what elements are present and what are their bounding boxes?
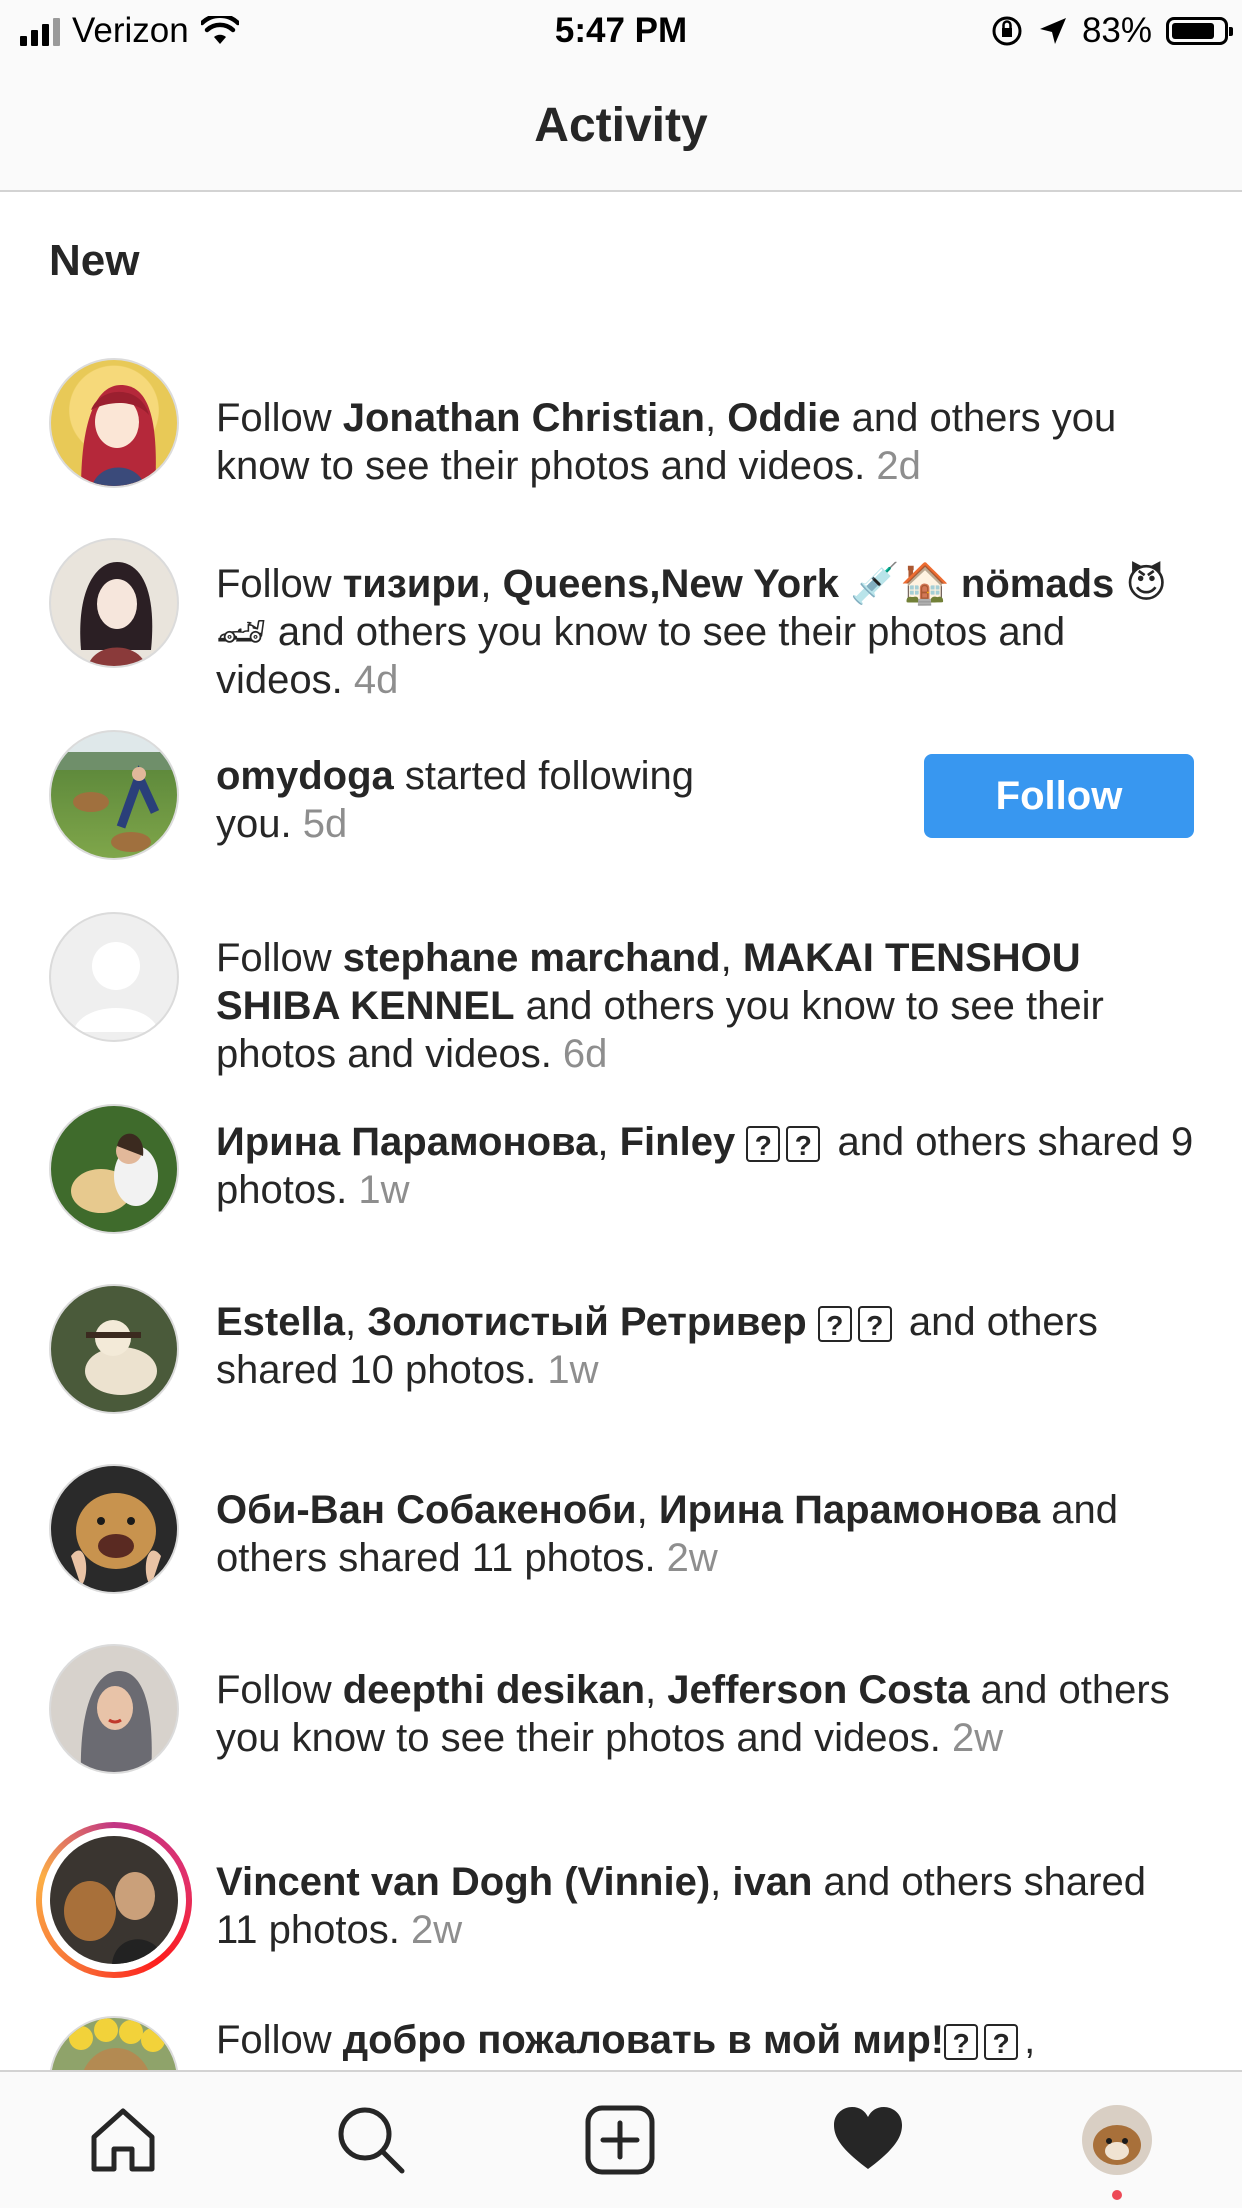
activity-tab[interactable] (828, 2100, 908, 2180)
new-post-tab[interactable] (580, 2100, 660, 2180)
avatar-placeholder[interactable] (49, 912, 179, 1042)
follow-button[interactable]: Follow (924, 754, 1194, 838)
timestamp: 2d (876, 444, 921, 488)
username[interactable]: stephane marchand (343, 936, 721, 980)
unsupported-glyph-icon: ? (817, 1306, 852, 1343)
username[interactable]: Queens,New York (503, 562, 839, 606)
username[interactable]: Oddie (727, 396, 840, 440)
battery-icon (1166, 17, 1233, 45)
notification-dot (1112, 2190, 1122, 2200)
timestamp: 1w (547, 1348, 599, 1392)
avatar[interactable] (49, 1464, 179, 1594)
username[interactable]: Золотистый Ретривер (367, 1300, 806, 1344)
emoji: 💉🏠 (850, 562, 950, 606)
avatar[interactable] (49, 2016, 179, 2070)
search-icon (338, 2107, 405, 2174)
username[interactable]: nömads (961, 562, 1114, 606)
timestamp: 2w (410, 1908, 463, 1952)
heart-icon (834, 2107, 902, 2169)
activity-text: Follow добро пожаловать в мой мир!??, (216, 2018, 1036, 2062)
tab-bar (0, 2070, 1242, 2208)
avatar[interactable] (50, 1836, 178, 1964)
unsupported-glyph-icon: ? (944, 2024, 979, 2061)
profile-tab[interactable] (1077, 2100, 1157, 2180)
username[interactable]: Jefferson Costa (667, 1668, 969, 1712)
username[interactable]: Jonathan Christian (343, 396, 705, 440)
avatar[interactable] (49, 1284, 179, 1414)
timestamp: 2w (666, 1536, 718, 1580)
page-title: Activity (534, 99, 708, 152)
story-ring[interactable] (36, 1822, 192, 1978)
profile-avatar (1082, 2105, 1152, 2175)
default-user-icon (73, 942, 159, 1032)
activity-text: Vincent van Dogh (Vinnie), ivan and othe… (216, 1860, 1146, 1952)
username[interactable]: omydoga (216, 754, 394, 798)
add-post-icon (585, 2105, 655, 2175)
username[interactable]: Ирина Парамонова (216, 1120, 597, 1164)
activity-text: Ирина Парамонова, Finley ?? and others s… (216, 1120, 1194, 1212)
username[interactable]: добро пожаловать в мой мир! (343, 2018, 944, 2062)
username[interactable]: Finley (620, 1120, 736, 1164)
username[interactable]: Vincent van Dogh (Vinnie) (216, 1860, 710, 1904)
avatar[interactable] (49, 1104, 179, 1234)
username[interactable]: ivan (732, 1860, 812, 1904)
username[interactable]: Оби-Ван Собакеноби (216, 1488, 637, 1532)
status-bar: Verizon 5:47 PM 83% (0, 0, 1242, 62)
activity-text: Estella, Золотистый Ретривер ?? and othe… (216, 1300, 1098, 1392)
timestamp: 2w (952, 1716, 1004, 1760)
timestamp: 1w (358, 1168, 410, 1212)
unsupported-glyph-icon: ? (746, 1126, 781, 1163)
home-icon (91, 2108, 155, 2172)
search-tab[interactable] (331, 2100, 411, 2180)
timestamp: 6d (562, 1032, 608, 1076)
home-tab[interactable] (83, 2100, 163, 2180)
status-right: 83% (990, 8, 1233, 54)
unsupported-glyph-icon: ? (857, 1306, 892, 1343)
timestamp: 5d (302, 802, 348, 846)
unsupported-glyph-icon: ? (786, 1126, 821, 1163)
activity-text: Follow stephane marchand, MAKAI TENSHOU … (216, 936, 1104, 1076)
username[interactable]: Ирина Парамонова (659, 1488, 1040, 1532)
activity-text: Оби-Ван Собакеноби, Ирина Парамонова and… (216, 1488, 1119, 1580)
activity-text: Follow Jonathan Christian, Oddie and oth… (216, 396, 1117, 488)
timestamp: 4d (353, 658, 399, 702)
username[interactable]: deepthi desikan (343, 1668, 645, 1712)
username[interactable]: тизири (343, 562, 481, 606)
battery-percent: 83% (1081, 11, 1152, 50)
avatar[interactable] (49, 358, 179, 488)
activity-text: Follow тизири, Queens,New York 💉🏠 nömads… (216, 562, 1168, 702)
unsupported-glyph-icon: ? (984, 2024, 1019, 2061)
avatar[interactable] (49, 730, 179, 860)
username[interactable]: Estella (216, 1300, 345, 1344)
orientation-lock-icon (992, 16, 1022, 46)
nav-header: Activity (0, 62, 1242, 192)
section-title-new: New (49, 236, 140, 285)
activity-text: omydoga started following you. 5d (216, 754, 694, 846)
activity-feed[interactable]: Follow Jonathan Christian, Oddie and oth… (0, 340, 1242, 2070)
activity-text: Follow deepthi desikan, Jefferson Costa … (216, 1668, 1170, 1760)
avatar[interactable] (49, 1644, 179, 1774)
location-arrow-icon (1039, 18, 1066, 44)
avatar[interactable] (49, 538, 179, 668)
